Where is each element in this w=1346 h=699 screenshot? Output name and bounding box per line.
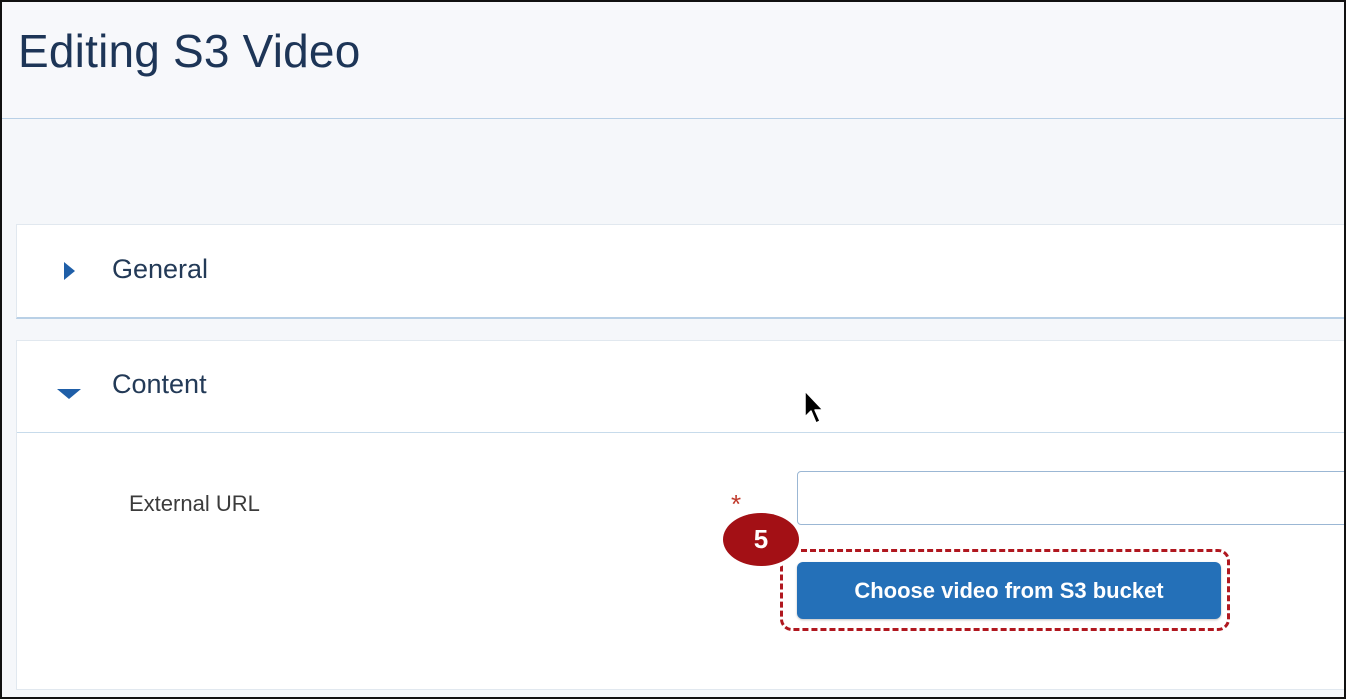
external-url-label: External URL bbox=[129, 491, 260, 516]
mouse-pointer-icon bbox=[804, 390, 824, 424]
section-general-header[interactable]: General bbox=[17, 225, 1344, 317]
step-highlight-box bbox=[780, 549, 1230, 631]
section-content-header[interactable]: Content bbox=[17, 341, 1344, 433]
step-number-badge: 5 bbox=[723, 513, 799, 566]
section-content: Content External URL * Choose video from… bbox=[16, 340, 1344, 690]
external-url-input[interactable] bbox=[797, 471, 1344, 525]
section-general-label[interactable]: General bbox=[112, 254, 208, 285]
caret-right-icon[interactable] bbox=[64, 262, 75, 280]
caret-down-icon[interactable] bbox=[57, 389, 81, 399]
app-window: Editing S3 Video General Content Externa… bbox=[0, 0, 1346, 699]
page-header: Editing S3 Video bbox=[2, 2, 1344, 119]
section-general: General bbox=[16, 224, 1344, 319]
page-title: Editing S3 Video bbox=[18, 25, 361, 77]
required-marker: * bbox=[731, 489, 742, 519]
section-content-label[interactable]: Content bbox=[112, 369, 207, 400]
